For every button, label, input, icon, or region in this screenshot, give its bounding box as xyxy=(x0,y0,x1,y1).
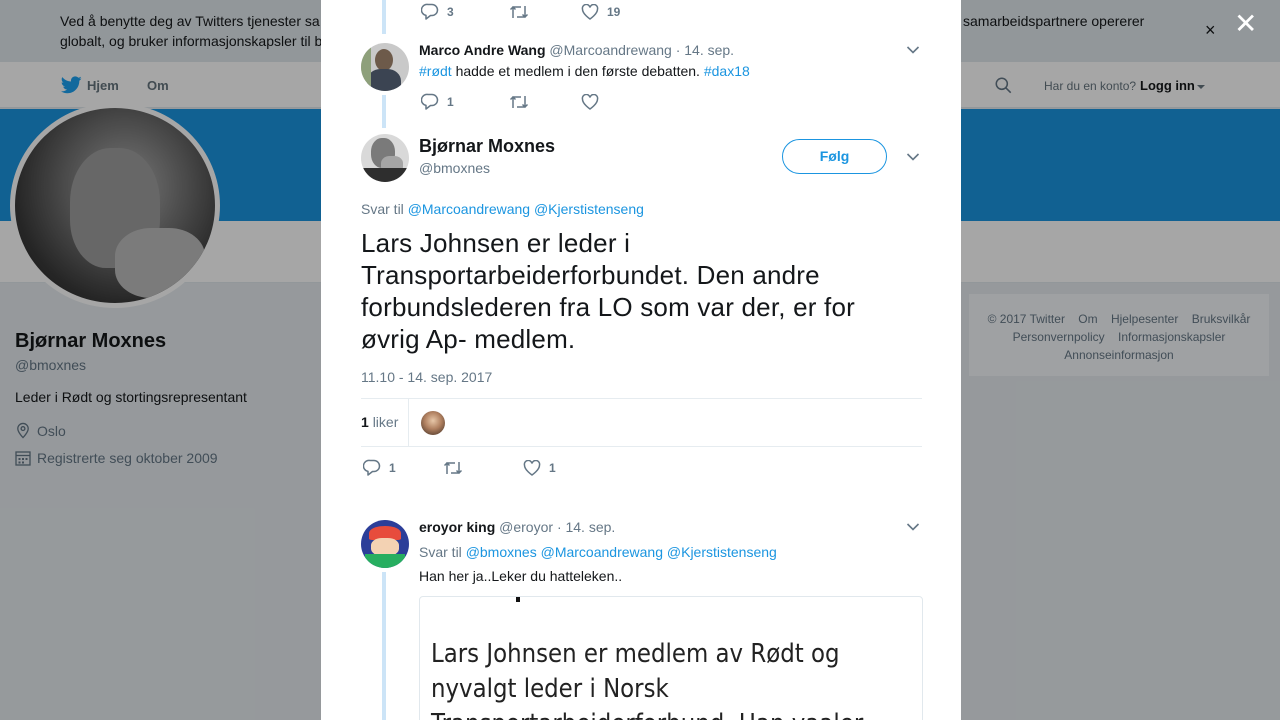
tweet-author-name[interactable]: Marco Andre Wang xyxy=(419,42,546,58)
reply-context: Svar til @Marcoandrewang @Kjerstistensen… xyxy=(361,201,644,217)
tweet-author-name[interactable]: eroyor king xyxy=(419,519,495,535)
tweet-date[interactable]: · 14. sep. xyxy=(676,42,734,58)
like-button[interactable]: 19 xyxy=(581,3,621,20)
mention-link[interactable]: @Marcoandrewang xyxy=(541,544,663,560)
likes-stat-count: 1 xyxy=(361,414,369,430)
reply-to-label: Svar til xyxy=(419,544,462,560)
image-mark xyxy=(516,597,520,602)
tweet-author-handle[interactable]: @bmoxnes xyxy=(419,160,490,176)
hashtag-link[interactable]: #rødt xyxy=(419,63,452,79)
tweet-author-name[interactable]: Bjørnar Moxnes xyxy=(419,136,555,157)
like-count: 1 xyxy=(549,460,556,475)
retweet-button[interactable] xyxy=(509,4,581,20)
tweet-stats: 1 liker xyxy=(361,398,922,447)
tweet-actions: 1 xyxy=(421,93,599,110)
reply-button[interactable]: 3 xyxy=(421,3,509,20)
chevron-down-icon[interactable] xyxy=(906,45,920,55)
tweet-text: Lars Johnsen er leder i Transportarbeide… xyxy=(361,228,855,354)
close-icon[interactable]: ✕ xyxy=(1234,10,1257,38)
reply-icon xyxy=(421,93,439,110)
avatar[interactable] xyxy=(361,520,409,568)
likes-stat-label: liker xyxy=(372,414,399,430)
reply-icon xyxy=(421,3,439,20)
tweet-actions: 3 19 xyxy=(421,3,620,20)
tweet-author-handle[interactable]: @eroyor xyxy=(499,519,553,535)
reply-count: 3 xyxy=(447,4,454,19)
follow-button[interactable]: Følg xyxy=(782,139,887,174)
tweet-header: Marco Andre Wang @Marcoandrewang · 14. s… xyxy=(419,42,734,58)
heart-icon xyxy=(581,93,599,110)
thread-line xyxy=(382,572,386,720)
mention-link[interactable]: @bmoxnes xyxy=(466,544,537,560)
tweet-image[interactable]: Lars Johnsen er medlem av Rødt og nyvalg… xyxy=(419,596,923,720)
chevron-down-icon[interactable] xyxy=(906,152,920,162)
tweet-text: #rødt hadde et medlem i den første debat… xyxy=(419,63,750,79)
reply-button[interactable]: 1 xyxy=(363,459,443,476)
avatar[interactable] xyxy=(361,43,409,91)
reply-icon xyxy=(363,459,381,476)
image-text-line: Lars Johnsen er medlem av Rødt og xyxy=(431,639,840,669)
tweet-author-handle[interactable]: @Marcoandrewang xyxy=(549,42,671,58)
reply-context: Svar til @bmoxnes @Marcoandrewang @Kjers… xyxy=(419,544,777,560)
like-button[interactable]: 1 xyxy=(523,459,556,476)
tweet-header: eroyor king @eroyor · 14. sep. xyxy=(419,519,615,535)
image-text-line: nyvalgt leder i Norsk xyxy=(431,674,669,704)
thread-line xyxy=(382,95,386,128)
tweet-text: Han her ja..Leker du hatteleken.. xyxy=(419,568,623,584)
heart-icon xyxy=(523,459,541,476)
reply-count: 1 xyxy=(389,460,396,475)
thread-line xyxy=(382,0,386,34)
tweet-date[interactable]: · 14. sep. xyxy=(557,519,615,535)
image-text: Lars Johnsen er medlem av Rødt og nyvalg… xyxy=(431,637,863,720)
image-text-line: Transportarbeiderforbund. Han vaaler xyxy=(431,707,863,720)
mention-link[interactable]: @Kjerstistenseng xyxy=(667,544,777,560)
avatar[interactable] xyxy=(361,134,409,182)
like-count: 19 xyxy=(607,4,621,19)
reply-button[interactable]: 1 xyxy=(421,93,509,110)
mention-link[interactable]: @Kjerstistenseng xyxy=(534,201,644,217)
mention-link[interactable]: @Marcoandrewang xyxy=(408,201,530,217)
retweet-icon xyxy=(443,461,463,474)
heart-icon xyxy=(581,3,599,20)
tweet-timestamp[interactable]: 11.10 - 14. sep. 2017 xyxy=(361,369,492,385)
hashtag-link[interactable]: #dax18 xyxy=(704,63,750,79)
tweet-permalink-modal: 3 19 Marco Andre Wang @Marcoandrewang · … xyxy=(321,0,961,720)
like-button[interactable] xyxy=(581,93,599,110)
stats-divider xyxy=(408,399,409,446)
reply-count: 1 xyxy=(447,94,454,109)
reply-to-label: Svar til xyxy=(361,201,404,217)
retweet-icon xyxy=(509,95,529,108)
chevron-down-icon[interactable] xyxy=(906,522,920,532)
retweet-button[interactable] xyxy=(509,94,581,110)
likes-stat[interactable]: 1 liker xyxy=(361,414,398,430)
tweet-body-text: hadde et medlem i den første debatten. xyxy=(451,63,704,79)
liker-avatar[interactable] xyxy=(421,411,445,435)
tweet-actions: 1 1 xyxy=(363,459,556,476)
retweet-button[interactable] xyxy=(443,460,523,476)
retweet-icon xyxy=(509,5,529,18)
